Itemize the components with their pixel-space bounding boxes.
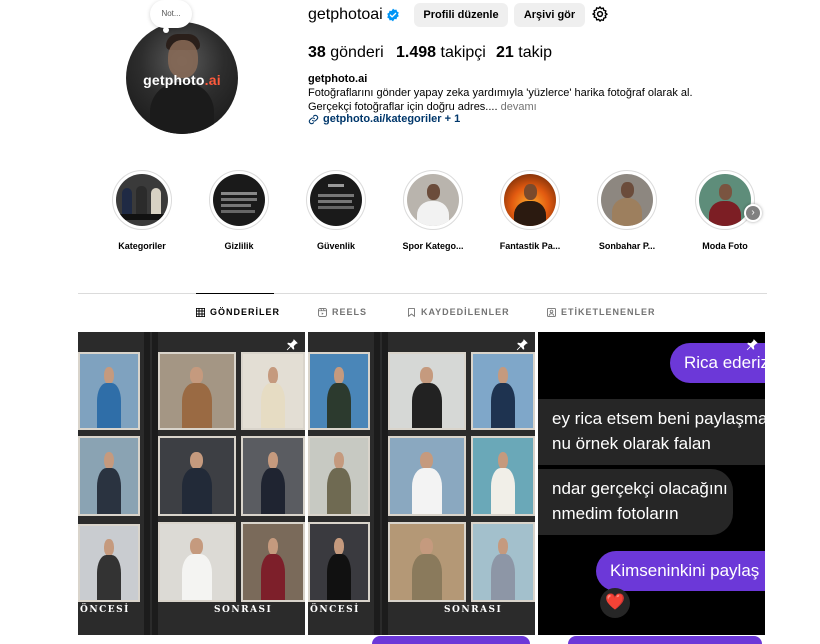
edit-profile-button[interactable]: Profili düzenle	[414, 3, 508, 27]
link-icon	[308, 114, 319, 124]
chevron-right-icon: ›	[746, 206, 760, 220]
chat-message: nmedim fotoların	[552, 504, 679, 523]
tab-reels[interactable]: REELS	[318, 307, 367, 317]
post-tile[interactable]: ÖNCESİ SONRASI	[308, 332, 535, 635]
after-label: SONRASI	[214, 605, 273, 615]
pin-icon	[516, 339, 528, 351]
post-tile[interactable]: ÖNCESİ SONRASI	[78, 332, 305, 635]
profile-username: getphotoai	[308, 6, 383, 23]
highlight-spor-kategorisi[interactable]: Spor Katego...	[394, 170, 472, 251]
highlight-cover-image	[699, 174, 751, 226]
highlight-label: Fantastik Pa...	[499, 241, 561, 251]
tab-tagged[interactable]: ETİKETLENENLER	[547, 307, 656, 317]
chat-message-group: ndar gerçekçi olacağını nmedim fotoların	[538, 469, 733, 535]
highlights-next-button[interactable]: ›	[744, 204, 762, 222]
note-bubble[interactable]: Not...	[150, 0, 192, 28]
highlight-label: Sonbahar P...	[598, 241, 656, 251]
tab-saved[interactable]: KAYDEDİLENLER	[407, 307, 510, 317]
chat-message: nu örnek olarak falan	[552, 434, 711, 453]
post-tile[interactable]: Rica ederiz ey rica etsem beni paylaşmay…	[538, 332, 765, 635]
heart-reaction-icon: ❤️	[600, 588, 630, 618]
highlight-kategoriler[interactable]: Kategoriler	[103, 170, 181, 251]
highlight-sonbahar-paket[interactable]: Sonbahar P...	[588, 170, 666, 251]
chat-message: ey rica etsem beni paylaşmay	[552, 409, 765, 428]
highlight-fantastik-paket[interactable]: Fantastik Pa...	[491, 170, 569, 251]
profile-avatar[interactable]: getphoto.ai	[126, 22, 238, 134]
bio-more-link[interactable]: devamı	[501, 101, 537, 113]
settings-gear-icon[interactable]	[591, 5, 609, 23]
view-archive-button[interactable]: Arşivi gör	[514, 3, 585, 27]
chat-message: ndar gerçekçi olacağını	[552, 479, 728, 498]
before-label: ÖNCESİ	[310, 605, 360, 615]
verified-badge-icon	[387, 8, 399, 22]
stat-followers[interactable]: 1.498 takipçi	[396, 44, 486, 62]
avatar-image: getphoto.ai	[126, 22, 238, 134]
grid-icon	[196, 307, 205, 317]
bio-name: getphoto.ai	[308, 73, 368, 85]
highlight-cover-image	[310, 174, 362, 226]
highlight-cover-image	[504, 174, 556, 226]
chat-message: Kimseninkini paylaş	[596, 551, 765, 591]
next-row-post-preview	[568, 636, 762, 644]
before-label: ÖNCESİ	[80, 605, 130, 615]
reels-icon	[318, 307, 327, 317]
note-bubble-tail	[163, 27, 169, 33]
chat-message-group: ey rica etsem beni paylaşmay nu örnek ol…	[538, 399, 765, 465]
highlight-cover-image	[601, 174, 653, 226]
bio-website-link[interactable]: getphoto.ai/kategoriler + 1	[308, 113, 460, 125]
tagged-icon	[547, 307, 556, 317]
highlight-cover-image	[116, 174, 168, 226]
bookmark-icon	[408, 307, 415, 317]
post-image: ÖNCESİ SONRASI	[78, 332, 305, 635]
stat-following[interactable]: 21 takip	[496, 44, 552, 62]
highlight-label: Spor Katego...	[402, 241, 464, 251]
tabs-divider	[78, 293, 767, 294]
highlight-label: Moda Foto	[702, 241, 748, 251]
highlight-gizlilik[interactable]: Gizlilik	[200, 170, 278, 251]
avatar-brand: getphoto.ai	[143, 72, 221, 88]
post-image: ÖNCESİ SONRASI	[308, 332, 535, 635]
stat-posts[interactable]: 38 gönderi	[308, 44, 384, 62]
highlight-label: Gizlilik	[224, 241, 254, 251]
tab-posts[interactable]: GÖNDERİLER	[196, 307, 280, 317]
highlight-label: Kategoriler	[118, 241, 166, 251]
pin-icon	[746, 339, 758, 351]
bio-text: Fotoğraflarını gönder yapay zeka yardımı…	[308, 87, 693, 113]
highlight-cover-image	[407, 174, 459, 226]
pin-icon	[286, 339, 298, 351]
highlight-cover-image	[213, 174, 265, 226]
next-row-post-preview	[372, 636, 530, 644]
active-tab-indicator	[196, 293, 274, 294]
highlight-guvenlik[interactable]: Güvenlik	[297, 170, 375, 251]
after-label: SONRASI	[444, 605, 503, 615]
highlight-label: Güvenlik	[316, 241, 355, 251]
